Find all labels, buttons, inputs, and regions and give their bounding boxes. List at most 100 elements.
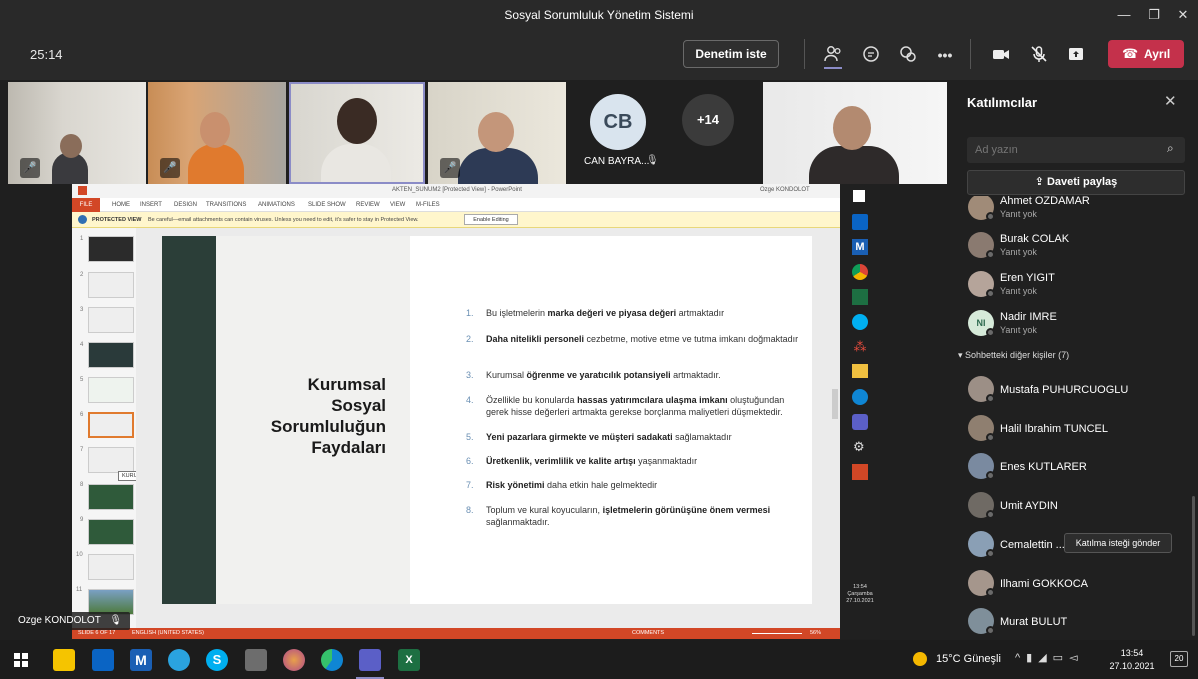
slide-thumb-3[interactable] bbox=[88, 307, 134, 333]
participant-row[interactable]: Ilhami GOKKOCA bbox=[968, 566, 1193, 602]
ribbon-insert-tab[interactable]: INSERT bbox=[140, 202, 162, 208]
edge-icon[interactable] bbox=[321, 649, 343, 671]
participant-row[interactable]: Cemalettin ... Katılma isteği gönder bbox=[968, 527, 1193, 563]
ribbon-home-tab[interactable]: HOME bbox=[112, 202, 130, 208]
window-title: Sosyal Sorumluluk Yönetim Sistemi bbox=[504, 8, 694, 22]
outlook-icon[interactable] bbox=[92, 649, 114, 671]
participant-row[interactable]: NI Nadir IMRE Yanıt yok bbox=[968, 306, 1193, 342]
slide-scrollbar[interactable] bbox=[832, 389, 838, 419]
search-box[interactable]: ⌕ bbox=[967, 137, 1185, 163]
panel-scrollbar[interactable] bbox=[1192, 496, 1195, 636]
calculator-icon[interactable] bbox=[245, 649, 267, 671]
participants-icon[interactable] bbox=[822, 44, 844, 66]
slide-thumb-2[interactable] bbox=[88, 272, 134, 298]
share-link-icon: ⇪ bbox=[1034, 176, 1047, 188]
more-participants-badge[interactable]: +14 bbox=[682, 94, 734, 146]
excel-icon[interactable]: X bbox=[398, 649, 420, 671]
chevron-down-icon: ▾ bbox=[958, 350, 966, 360]
teams-icon[interactable] bbox=[359, 649, 381, 671]
request-join-button[interactable]: Katılma isteği gönder bbox=[1064, 533, 1172, 553]
participant-row[interactable]: Halil Ibrahim TUNCEL bbox=[968, 411, 1193, 447]
ribbon-mfiles-tab[interactable]: M-FILES bbox=[416, 202, 440, 208]
side-clock-day: Çarşamba bbox=[847, 591, 873, 597]
bullet-3: 3. Kurumsal öğrenme ve yaratıcılık potans… bbox=[466, 370, 721, 380]
participants-panel: Katılımcılar ✕ ⌕ ⇪ Daveti paylaş Ahmet O… bbox=[950, 80, 1198, 640]
chat-icon[interactable] bbox=[860, 44, 882, 66]
participant-row[interactable]: Eren YIGIT Yanıt yok bbox=[968, 267, 1193, 303]
slide-thumb-5[interactable] bbox=[88, 377, 134, 403]
share-invite-button[interactable]: ⇪ Daveti paylaş bbox=[967, 170, 1185, 195]
other-people-header[interactable]: ▾ Sohbetteki diğer kişiler (7) bbox=[958, 350, 1069, 361]
system-tray-icons[interactable]: ^▮◢▭◅ bbox=[1015, 651, 1084, 664]
mfiles-icon[interactable]: M bbox=[130, 649, 152, 671]
slide-title-line: Faydaları bbox=[311, 438, 386, 457]
ribbon-view-tab[interactable]: VIEW bbox=[390, 202, 405, 208]
excel-icon bbox=[852, 289, 868, 305]
video-tile-cb[interactable]: CB CAN BAYRA... 🎙 +14 bbox=[570, 82, 760, 184]
minimize-icon[interactable]: — bbox=[1113, 5, 1135, 25]
slide-thumb-9[interactable] bbox=[88, 519, 134, 545]
leave-button[interactable]: ☎ Ayrıl bbox=[1108, 40, 1184, 68]
ribbon-animations-tab[interactable]: ANIMATIONS bbox=[258, 202, 295, 208]
outlook-icon bbox=[852, 214, 868, 230]
ribbon-design-tab[interactable]: DESIGN bbox=[174, 202, 197, 208]
bullet-4: 4. Özellikle bu konularda hassas yatırımc… bbox=[466, 395, 785, 417]
ribbon-slideshow-tab[interactable]: SLIDE SHOW bbox=[308, 202, 346, 208]
shared-side-taskbar: M ⁂ ⚙ 13:54 Çarşamba 27.10.2021 bbox=[840, 184, 880, 639]
video-tile-4[interactable]: 🎤 bbox=[428, 82, 566, 184]
weather-text[interactable]: 15°C Güneşli bbox=[936, 653, 1001, 665]
thumb-num: 2 bbox=[80, 272, 84, 278]
video-tile-2[interactable]: 🎤 bbox=[148, 82, 286, 184]
slide-thumb-1[interactable] bbox=[88, 236, 134, 262]
sticky-notes-icon[interactable] bbox=[53, 649, 75, 671]
audit-button[interactable]: Denetim iste bbox=[683, 40, 779, 68]
ribbon-transitions-tab[interactable]: TRANSITIONS bbox=[206, 202, 246, 208]
slide-title-line: Kurumsal bbox=[307, 375, 386, 394]
close-icon[interactable]: ✕ bbox=[1172, 5, 1194, 25]
slide-thumb-7[interactable] bbox=[88, 447, 134, 473]
slide-thumb-10[interactable] bbox=[88, 554, 134, 580]
reactions-icon[interactable] bbox=[897, 44, 919, 66]
thumb-num: 1 bbox=[80, 236, 84, 242]
telegram-icon[interactable] bbox=[168, 649, 190, 671]
more-options-icon[interactable]: ••• bbox=[934, 44, 956, 66]
zoom-slider[interactable] bbox=[752, 633, 802, 634]
participant-row[interactable]: Mustafa PUHURCUOGLU bbox=[968, 372, 1193, 408]
taskbar-clock[interactable]: 13:54 27.10.2021 bbox=[1106, 647, 1158, 673]
side-clock-time: 13:54 bbox=[853, 584, 867, 590]
participant-row[interactable]: Umit AYDIN bbox=[968, 488, 1193, 524]
participant-row[interactable]: Murat BULUT bbox=[968, 604, 1193, 640]
paint-icon[interactable] bbox=[283, 649, 305, 671]
leave-label: Ayrıl bbox=[1144, 47, 1171, 61]
participant-row[interactable]: Ahmet OZDAMAR Yanıt yok bbox=[968, 196, 1193, 226]
muted-mic-icon: 🎤 bbox=[20, 158, 40, 178]
participant-name: Mustafa PUHURCUOGLU bbox=[1000, 384, 1129, 396]
video-tile-active-speaker[interactable] bbox=[289, 82, 425, 184]
ppt-titlebar: AKTEN_SUNUM2 [Protected View] - PowerPoi… bbox=[72, 184, 840, 198]
search-input[interactable] bbox=[975, 142, 1155, 158]
enable-editing-button[interactable]: Enable Editing bbox=[464, 214, 518, 225]
camera-icon[interactable] bbox=[990, 44, 1012, 66]
windows-start-icon[interactable] bbox=[14, 653, 28, 667]
video-tile-6[interactable] bbox=[763, 82, 947, 184]
participant-row[interactable]: Burak COLAK Yanıt yok bbox=[968, 228, 1193, 264]
folder-icon bbox=[852, 364, 868, 378]
restore-icon[interactable]: ❐ bbox=[1143, 5, 1165, 25]
ribbon-file-tab[interactable]: FILE bbox=[72, 198, 100, 212]
notification-badge[interactable]: 20 bbox=[1170, 651, 1188, 667]
ribbon-review-tab[interactable]: REVIEW bbox=[356, 202, 380, 208]
person-silhouette bbox=[188, 144, 244, 184]
slide-thumb-8[interactable] bbox=[88, 484, 134, 510]
mic-off-icon[interactable] bbox=[1028, 44, 1050, 66]
participant-row[interactable]: Enes KUTLARER bbox=[968, 449, 1193, 485]
video-tile-1[interactable]: 🎤 bbox=[8, 82, 146, 184]
slide-thumb-4[interactable] bbox=[88, 342, 134, 368]
skype-icon[interactable]: S bbox=[206, 649, 228, 671]
toolbar-divider bbox=[804, 39, 805, 69]
comments-button[interactable]: COMMENTS bbox=[632, 630, 664, 636]
slide-thumb-6-selected[interactable] bbox=[88, 412, 134, 438]
close-panel-icon[interactable]: ✕ bbox=[1164, 92, 1177, 110]
share-screen-icon[interactable] bbox=[1065, 44, 1087, 66]
status-dot bbox=[986, 510, 995, 519]
person-head bbox=[337, 98, 377, 144]
